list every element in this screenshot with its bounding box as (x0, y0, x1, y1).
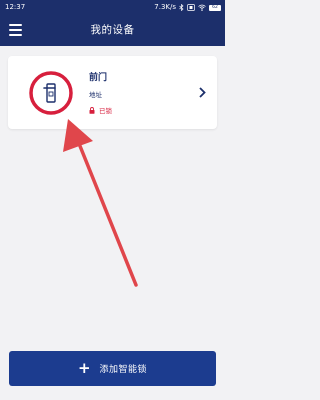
battery-icon: 62 (209, 4, 221, 11)
device-name: 前门 (89, 73, 108, 83)
lock-state-label: 已锁 (99, 107, 112, 115)
door-handle-icon (29, 71, 73, 115)
network-speed: 7.3K/s (154, 3, 176, 11)
app-bar: 我的设备 (0, 15, 225, 46)
page-title: 我的设备 (90, 24, 135, 36)
chevron-right-icon[interactable] (199, 87, 206, 98)
wifi-icon (198, 4, 206, 11)
bluetooth-icon (179, 4, 184, 11)
plus-icon: + (77, 359, 91, 377)
add-smart-lock-button[interactable]: + 添加智能锁 (9, 351, 216, 386)
device-card[interactable]: 前门 地址 已锁 (8, 56, 217, 129)
status-bar: 12:37 7.3K/s 62 (0, 0, 225, 15)
lock-status: 已锁 (89, 105, 112, 115)
sim-icon (187, 4, 195, 11)
add-lock-label: 添加智能锁 (99, 365, 148, 375)
status-time: 12:37 (5, 3, 26, 11)
device-address: 地址 (89, 91, 102, 99)
padlock-icon (89, 106, 95, 114)
status-icons: 7.3K/s 62 (154, 0, 221, 15)
